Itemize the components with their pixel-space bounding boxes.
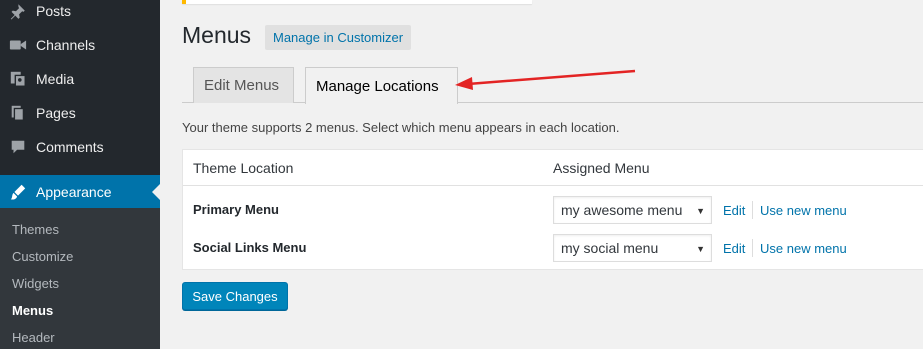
dropdown-arrow-icon: ▼	[696, 206, 705, 216]
sidebar-item-appearance[interactable]: Appearance	[0, 175, 160, 209]
annotation-arrow-icon	[455, 69, 636, 90]
sidebar-item-pages[interactable]: Pages	[0, 96, 160, 130]
sidebar-item-label: Posts	[36, 3, 72, 19]
column-header-location: Theme Location	[193, 160, 294, 176]
submenu-item-customize[interactable]: Customize	[12, 249, 73, 264]
edit-menu-link[interactable]: Edit	[723, 241, 745, 256]
table-header: Theme Location Assigned Menu	[183, 150, 923, 186]
sidebar-item-media[interactable]: Media	[0, 62, 160, 96]
sidebar-item-label: Channels	[36, 37, 96, 53]
sidebar-item-posts[interactable]: Posts	[0, 0, 160, 28]
select-value: my social menu	[561, 240, 659, 256]
location-name: Primary Menu	[193, 202, 279, 217]
page-title: Menus	[182, 22, 252, 48]
locations-description: Your theme supports 2 menus. Select whic…	[182, 120, 620, 135]
notice-box	[182, 0, 532, 4]
sidebar-item-label: Media	[36, 71, 75, 87]
tab-manage-locations[interactable]: Manage Locations	[305, 67, 458, 104]
sidebar-item-label: Appearance	[36, 184, 112, 200]
submenu-item-menus[interactable]: Menus	[12, 303, 53, 318]
location-name: Social Links Menu	[193, 240, 307, 255]
table-row: Social Links Menu my social menu ▼ Edit …	[183, 229, 923, 267]
table-row: Primary Menu my awesome menu ▼ Edit Use …	[183, 191, 923, 229]
dropdown-arrow-icon: ▼	[696, 244, 705, 254]
media-icon	[0, 70, 36, 88]
link-separator	[752, 239, 753, 257]
comment-icon	[0, 138, 36, 156]
link-separator	[752, 201, 753, 219]
admin-sidebar: Posts Channels Media Pages Comments Appe…	[0, 0, 160, 349]
submenu-item-widgets[interactable]: Widgets	[12, 276, 59, 291]
use-new-menu-link[interactable]: Use new menu	[760, 203, 847, 218]
sidebar-item-label: Pages	[36, 105, 76, 121]
sidebar-item-comments[interactable]: Comments	[0, 130, 160, 164]
tab-edit-menus[interactable]: Edit Menus	[193, 67, 294, 103]
submenu-item-themes[interactable]: Themes	[12, 222, 59, 237]
video-icon	[0, 36, 36, 54]
paintbrush-icon	[0, 183, 36, 201]
menu-select[interactable]: my awesome menu ▼	[553, 196, 712, 224]
manage-in-customizer-button[interactable]: Manage in Customizer	[265, 25, 412, 50]
save-changes-button[interactable]: Save Changes	[182, 282, 288, 310]
edit-menu-link[interactable]: Edit	[723, 203, 745, 218]
menu-select[interactable]: my social menu ▼	[553, 234, 712, 262]
pushpin-icon	[0, 2, 36, 20]
active-indicator	[152, 184, 160, 200]
appearance-submenu: Themes Customize Widgets Menus Header	[0, 208, 160, 349]
sidebar-item-label: Comments	[36, 139, 104, 155]
submenu-item-header[interactable]: Header	[12, 330, 55, 345]
select-value: my awesome menu	[561, 202, 683, 218]
use-new-menu-link[interactable]: Use new menu	[760, 241, 847, 256]
menu-locations-table: Theme Location Assigned Menu Primary Men…	[182, 149, 923, 270]
column-header-assigned: Assigned Menu	[553, 160, 650, 176]
pages-icon	[0, 104, 36, 122]
sidebar-item-channels[interactable]: Channels	[0, 28, 160, 62]
